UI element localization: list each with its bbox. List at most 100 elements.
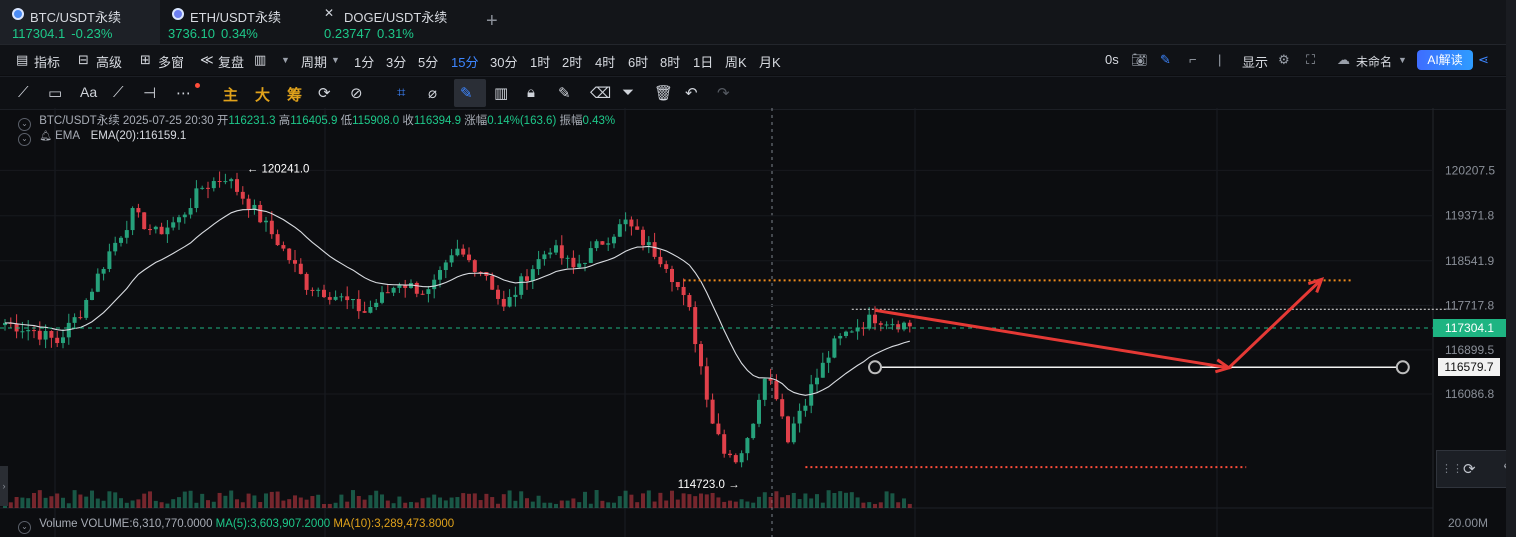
edit-icon[interactable]: ✎ [558, 84, 571, 102]
candle [548, 252, 553, 255]
interval-1w[interactable]: 周K [725, 52, 747, 71]
period-button[interactable]: 周期 [301, 52, 327, 71]
brush-tool-icon[interactable]: ⟋ [113, 84, 124, 101]
fullscreen-icon[interactable]: ⛶ [1306, 52, 1315, 68]
layout-name[interactable]: 未命名 [1356, 53, 1392, 70]
main-chart-button[interactable]: 主 [223, 84, 238, 105]
interval-30m[interactable]: 30分 [490, 52, 517, 71]
drag-handle-icon[interactable]: ⋮⋮ [1441, 462, 1463, 475]
horizontal-line-tool-icon[interactable]: ⊣ [143, 84, 156, 102]
eth-logo-icon [172, 8, 184, 20]
cloud-icon[interactable]: ☁ [1337, 52, 1350, 68]
line-tool-icon[interactable]: ⟋ [18, 84, 29, 101]
volume-bar [281, 500, 286, 508]
tab-eth[interactable]: ETH/USDT永续 3736.10 0.34% [160, 0, 310, 44]
candle [206, 187, 210, 189]
interval-1h[interactable]: 1时 [530, 52, 550, 71]
candle [716, 423, 721, 435]
price-chart[interactable]: 120207.5 119371.8 118541.9 117717.8 116899.5… [0, 108, 1506, 537]
rectangle-tool-icon[interactable]: ▭ [48, 84, 62, 102]
volume-bar [95, 498, 100, 508]
eraser-icon[interactable]: ⌫ [590, 84, 611, 102]
tab-quote: 3736.10 0.34% [168, 26, 258, 41]
candle [641, 229, 645, 246]
volume-bar [235, 499, 239, 508]
chip-button[interactable]: 筹 [287, 84, 302, 105]
collapse-icon[interactable]: ⌄ [18, 133, 31, 146]
interval-4h[interactable]: 4时 [595, 52, 615, 71]
filter-icon[interactable]: ⏷ [622, 84, 634, 101]
legend-high-label: 高 [278, 115, 291, 127]
interval-5m[interactable]: 5分 [418, 52, 438, 71]
candle [710, 399, 715, 424]
volume-bar [809, 498, 814, 508]
y-tick-label: 120207.5 [1445, 163, 1495, 177]
volume-bar [397, 496, 402, 508]
replay-button[interactable]: 复盘 [218, 52, 244, 71]
redo-icon[interactable]: ↷ [717, 84, 730, 102]
bell-icon[interactable]: 🔔︎ [39, 131, 52, 142]
collapse-icon[interactable]: ⌄ [18, 521, 31, 534]
more-tools-icon[interactable]: ⋯ [176, 84, 191, 102]
candle [235, 179, 239, 192]
volume-bar [855, 497, 860, 508]
sync-icon[interactable]: ⟳ [318, 84, 331, 102]
interval-2h[interactable]: 2时 [562, 52, 582, 71]
replay-icon: ≪ [200, 52, 214, 67]
volume-bar [455, 497, 460, 508]
advanced-button[interactable]: 高级 [96, 52, 122, 71]
candle [617, 224, 622, 237]
interval-15m[interactable]: 15分 [451, 52, 478, 71]
tab-doge[interactable]: ✕ DOGE/USDT永续 0.23747 0.31% [314, 0, 474, 44]
volume-bar [159, 502, 164, 508]
gear-icon[interactable]: ⚙ [1278, 52, 1290, 68]
indicator-button[interactable]: 指标 [34, 52, 60, 71]
candle [380, 292, 384, 303]
interval-1m[interactable]: 1分 [354, 52, 374, 71]
candle [554, 245, 558, 253]
ai-interpret-button[interactable]: AI解读 [1417, 50, 1473, 70]
ruler-icon[interactable]: ⌀ [428, 84, 437, 102]
sync-icon[interactable]: ⟳ [1463, 460, 1476, 478]
interval-1d[interactable]: 1日 [693, 52, 713, 71]
select-tool-icon[interactable]: ⌗ [397, 84, 405, 101]
volume-bar [583, 491, 587, 508]
volume-bar [264, 493, 268, 508]
close-icon[interactable]: ✕ [324, 6, 334, 20]
volume-bar [339, 494, 344, 508]
display-button[interactable]: 显示 [1242, 52, 1268, 71]
share-icon[interactable]: ⋖ [1478, 52, 1489, 68]
lock-icon[interactable]: 🔒︎ [527, 84, 535, 101]
chart-grid [0, 108, 1434, 537]
volume-bar [385, 500, 390, 508]
interval-3m[interactable]: 3分 [386, 52, 406, 71]
magnet-icon[interactable]: ⊘ [350, 84, 363, 102]
candles-icon[interactable]: ▥ [494, 84, 508, 102]
big-order-button[interactable]: 大 [255, 84, 270, 105]
brush-icon[interactable]: ✎ [460, 84, 473, 102]
add-tab-icon[interactable]: + [486, 10, 498, 33]
text-tool[interactable]: Aa [80, 84, 97, 100]
candle-type-icon[interactable]: ▥ [254, 52, 266, 68]
undo-icon[interactable]: ↶ [685, 84, 698, 102]
interval-1mo[interactable]: 月K [759, 52, 781, 71]
annotation-icon[interactable]: ⌐ [1189, 52, 1197, 67]
candle [896, 324, 901, 330]
tab-btc[interactable]: BTC/USDT永续 117304.1 -0.23% [0, 0, 160, 44]
volume-bar [211, 501, 216, 508]
candle [43, 330, 48, 340]
ema-name: EMA [55, 130, 80, 142]
left-panel-handle[interactable]: › [0, 466, 8, 506]
pencil-icon[interactable]: ✎ [1160, 52, 1171, 68]
multi-window-button[interactable]: 多窗 [158, 52, 184, 71]
volume-bar [902, 498, 906, 508]
camera-icon[interactable]: 📷︎ [1131, 52, 1148, 68]
volume-bar [670, 490, 674, 508]
interval-8h[interactable]: 8时 [660, 52, 680, 71]
trash-icon[interactable]: 🗑︎ [654, 84, 673, 102]
interval-6h[interactable]: 6时 [628, 52, 648, 71]
candle [322, 289, 326, 298]
candle [774, 380, 779, 400]
vertical-scrollbar[interactable] [1506, 0, 1516, 537]
candle [217, 180, 222, 182]
